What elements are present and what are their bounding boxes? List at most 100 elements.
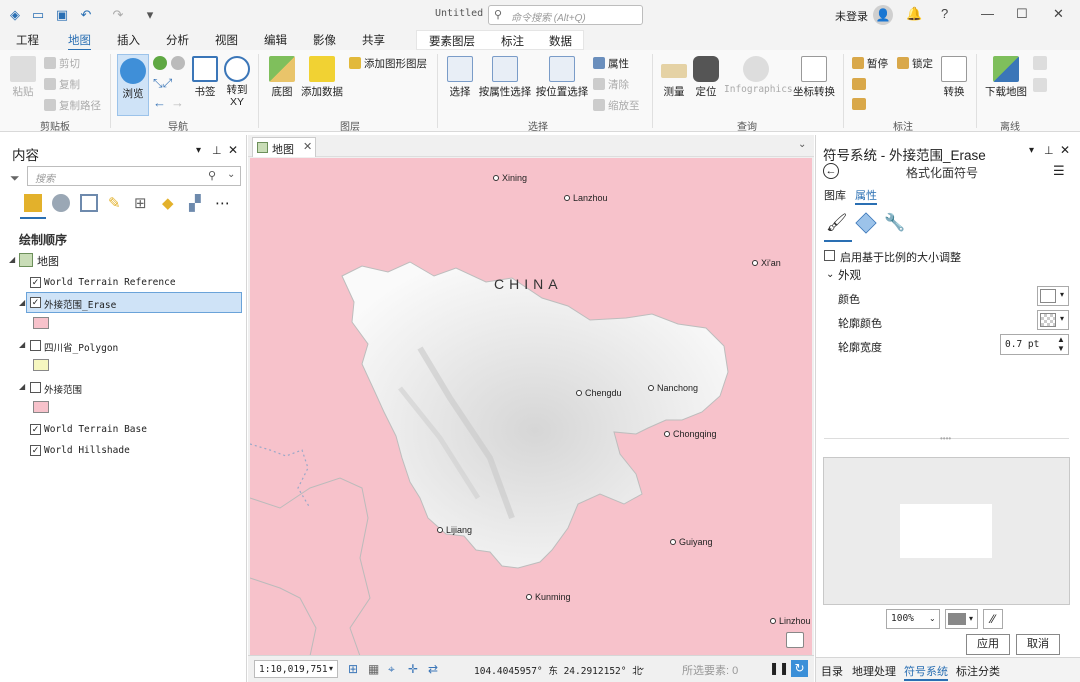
forward-arrow-icon[interactable]: → (171, 95, 184, 110)
layer-row[interactable]: 四川省_Polygon (28, 337, 238, 355)
tab-analysis[interactable]: 分析 (166, 32, 189, 48)
table-icon[interactable]: ▦ (368, 662, 379, 676)
pause-labels-button[interactable]: 暂停 (852, 56, 888, 71)
tab-edit[interactable]: 编辑 (264, 32, 287, 48)
tab-map[interactable]: 地图 (68, 32, 91, 51)
tab-share[interactable]: 共享 (362, 32, 385, 48)
tab-data[interactable]: 数据 (549, 33, 572, 49)
more-options-icon[interactable]: ⋯ (215, 194, 230, 212)
layer-row[interactable]: 外接范围 (28, 379, 238, 397)
customize-quick-access-icon[interactable]: ▾ (142, 7, 158, 23)
explore-button[interactable]: 浏览 (117, 54, 149, 116)
tab-properties[interactable]: 属性 (855, 187, 877, 205)
outline-color-picker[interactable]: ▾ (1037, 310, 1069, 330)
stepper-down-icon[interactable]: ▼ (1057, 344, 1065, 353)
map-node-label[interactable]: 地图 (37, 253, 59, 269)
scale-based-sizing-checkbox[interactable]: 启用基于比例的大小调整 (824, 249, 1024, 265)
tab-insert[interactable]: 插入 (117, 32, 140, 48)
help-icon[interactable]: ? (941, 6, 948, 21)
tab-view[interactable]: 视图 (215, 32, 238, 48)
scale-dropdown[interactable]: 1:10,019,751 ▾ (254, 660, 338, 678)
tab-label-class[interactable]: 标注分类 (956, 663, 1000, 679)
zoom-to-selection-button[interactable]: 缩放至 (593, 98, 640, 113)
appearance-section-header[interactable]: 外观 (838, 267, 861, 283)
list-by-charts-icon[interactable]: ▞ (189, 194, 201, 212)
tab-map-view[interactable]: 地图 ✕ (252, 137, 316, 157)
refresh-icon[interactable]: ↻ (791, 660, 808, 677)
close-tab-icon[interactable]: ✕ (303, 140, 312, 153)
copy-button[interactable]: 复制 (44, 77, 80, 92)
apply-button[interactable]: 应用 (966, 634, 1010, 655)
splitter-grip[interactable]: •••• (940, 434, 951, 443)
lock-labels-button[interactable]: 锁定 (897, 56, 933, 71)
collapse-arrow-icon[interactable]: ◢ (9, 255, 15, 264)
bookmarks-button[interactable]: 书签 (190, 56, 220, 99)
layer-visibility-checkbox[interactable] (30, 382, 41, 393)
select-by-location-button[interactable]: 按位置选择 (535, 56, 589, 99)
tab-symbology[interactable]: 符号系统 (904, 663, 948, 681)
list-by-source-icon[interactable] (52, 194, 70, 212)
close-pane-icon[interactable]: ✕ (1060, 143, 1070, 157)
back-arrow-icon[interactable]: ← (153, 95, 166, 110)
previous-extent-icon[interactable] (171, 56, 185, 70)
list-by-snapping-icon[interactable]: ⊞ (134, 194, 147, 212)
grid-tool-icon[interactable]: ⊞ (348, 662, 358, 676)
preview-zoom-dropdown[interactable]: 100% ⌄ (886, 609, 940, 629)
expand-arrow-icon[interactable]: ◢ (19, 298, 25, 307)
list-by-selection-icon[interactable] (80, 194, 98, 212)
expand-arrow-icon[interactable]: ◢ (19, 382, 25, 391)
list-by-drawing-order-icon[interactable] (24, 194, 42, 212)
sign-in-status[interactable]: 未登录 (835, 8, 868, 24)
tab-geoprocessing[interactable]: 地理处理 (852, 663, 896, 679)
tab-feature-layer[interactable]: 要素图层 (429, 33, 475, 49)
layer-row[interactable]: ✓ World Terrain Reference (28, 274, 238, 292)
list-by-editing-icon[interactable]: ✎ (108, 194, 121, 212)
layer-symbol-swatch[interactable] (33, 359, 49, 371)
attributes-button[interactable]: 属性 (593, 56, 629, 71)
select-by-attributes-button[interactable]: 按属性选择 (478, 56, 532, 99)
convert-coordinates-button[interactable]: 坐标转换 (792, 56, 836, 99)
chevron-down-icon[interactable]: ⌄ (638, 662, 646, 673)
copy-path-button[interactable]: 复制路径 (44, 98, 101, 113)
label-options-icon[interactable] (852, 78, 866, 90)
cancel-button[interactable]: 取消 (1016, 634, 1060, 655)
chevron-down-icon[interactable]: ⌄ (798, 139, 806, 150)
tab-gallery[interactable]: 图库 (824, 187, 846, 203)
pane-options-icon[interactable]: ▾ (1029, 145, 1034, 156)
undo-icon[interactable]: ↶ (78, 7, 94, 23)
pin-icon[interactable]: ⊥ (212, 144, 222, 157)
infographics-button[interactable]: Infographics (724, 56, 793, 95)
avatar[interactable]: 👤 (873, 5, 893, 25)
menu-icon[interactable]: ☰ (1053, 163, 1065, 179)
layer-row[interactable]: ✓ World Hillshade (28, 442, 238, 460)
select-button[interactable]: 选择 (446, 56, 474, 99)
tab-project[interactable]: 工程 (16, 32, 39, 48)
layer-row[interactable]: ✓ 外接范围_Erase (26, 292, 242, 313)
cut-button[interactable]: 剪切 (44, 56, 80, 71)
layer-visibility-checkbox[interactable]: ✓ (30, 277, 41, 288)
filter-icon[interactable]: ⏷ (10, 171, 20, 186)
add-graphics-layer-button[interactable]: 添加图形图层 (349, 56, 427, 71)
preview-background-picker[interactable]: ▾ (945, 609, 978, 629)
convert-labels-button[interactable]: 转换 (940, 56, 968, 99)
full-extent-icon[interactable] (153, 56, 167, 70)
label-class-icon[interactable] (852, 98, 866, 110)
fill-color-picker[interactable]: ▾ (1037, 286, 1069, 306)
command-search-input[interactable]: ⚲ 命令搜索 (Alt+Q) (488, 5, 643, 25)
tab-labeling[interactable]: 标注 (501, 33, 524, 49)
contents-search-input[interactable]: 搜索 ⚲ ⌄ (27, 166, 241, 186)
open-icon[interactable]: ▭ (30, 7, 46, 23)
maximize-icon[interactable]: ☐ (1016, 6, 1028, 22)
redo-icon[interactable]: ↷ (110, 7, 126, 23)
pattern-toggle-icon[interactable]: ⁄⁄ (983, 609, 1003, 629)
go-to-xy-button[interactable]: 转到 XY (223, 56, 251, 108)
close-icon[interactable]: ✕ (1053, 6, 1064, 22)
add-data-button[interactable]: 添加数据 (300, 56, 344, 99)
tab-imagery[interactable]: 影像 (313, 32, 336, 48)
outline-width-field[interactable]: 0.7 pt ▲ ▼ (1000, 334, 1069, 355)
layer-symbol-swatch[interactable] (33, 317, 49, 329)
locate-button[interactable]: 定位 (692, 56, 720, 99)
pane-options-icon[interactable]: ▾ (196, 145, 201, 156)
pause-drawing-icon[interactable]: ❚❚ (769, 661, 789, 675)
correction-icon[interactable]: ⇄ (428, 662, 438, 676)
